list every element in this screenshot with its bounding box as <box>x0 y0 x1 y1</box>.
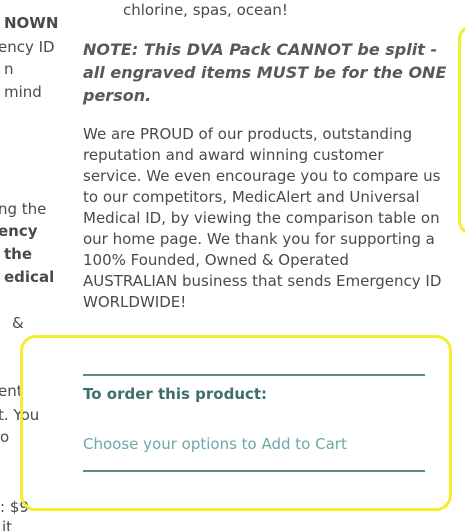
order-heading: To order this product: <box>83 385 268 403</box>
note-text: NOTE: This DVA Pack CANNOT be split - al… <box>83 40 447 105</box>
top-line-text: chlorine, spas, ocean! <box>123 1 288 19</box>
highlight-box-right <box>458 25 465 235</box>
add-to-cart-prompt-link[interactable]: Choose your options to Add to Cart <box>83 435 347 453</box>
left-fragment: the <box>4 245 33 263</box>
left-fragment: n <box>4 60 14 78</box>
left-fragment: ency ID <box>0 38 55 56</box>
divider-bottom <box>83 470 425 472</box>
order-highlight-box <box>20 335 452 511</box>
left-fragment: & <box>12 314 24 332</box>
divider-top <box>83 374 425 376</box>
left-fragment: it <box>2 518 13 531</box>
left-fragment: edical <box>4 268 55 286</box>
body-paragraph: We are PROUD of our products, outstandin… <box>83 125 442 311</box>
left-fragment: ency <box>0 222 38 240</box>
left-fragment: mind <box>4 83 42 101</box>
left-fragment: ng the <box>0 200 47 218</box>
left-fragment: NOWN <box>4 14 59 32</box>
left-fragment: o <box>0 428 10 446</box>
